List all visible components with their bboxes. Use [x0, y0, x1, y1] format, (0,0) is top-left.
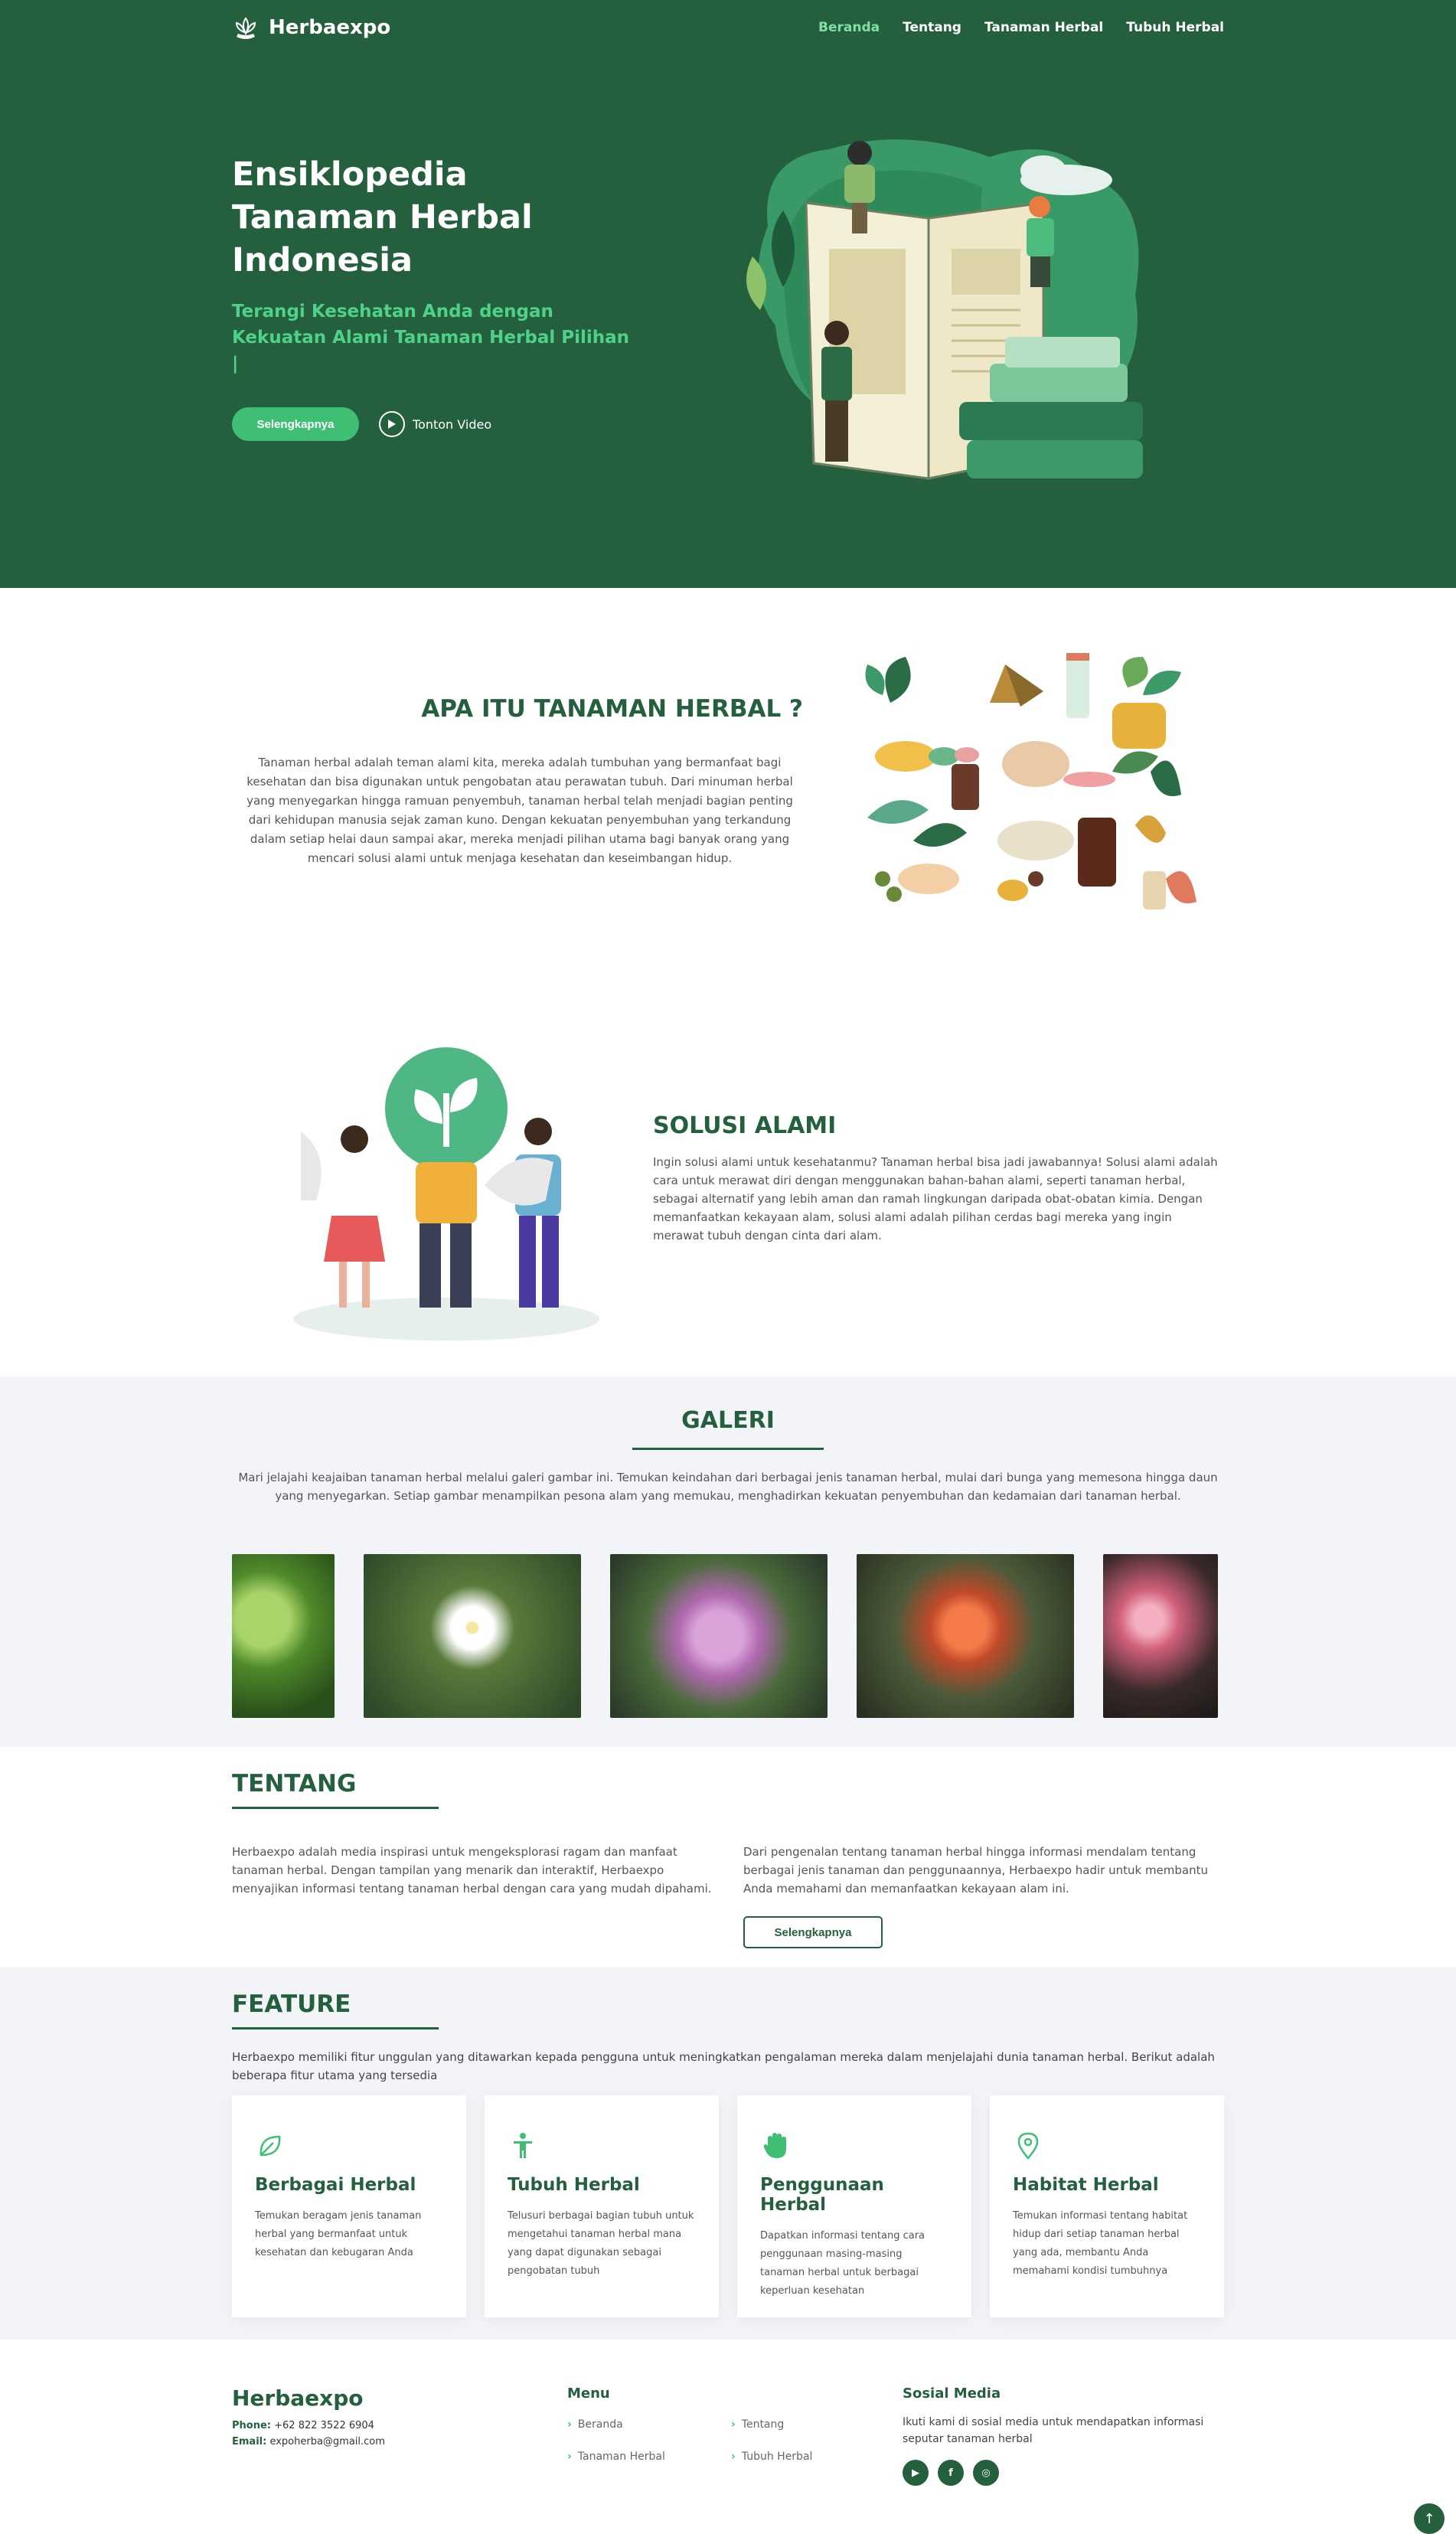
tentang-title: TENTANG [232, 1770, 357, 1798]
feature-card-text: Temukan beragam jenis tanaman herbal yan… [255, 2210, 422, 2258]
footer-email: Email: expoherba@gmail.com [232, 2436, 385, 2447]
about-section: APA ITU TANAMAN HERBAL ? Tanaman herbal … [0, 588, 1456, 971]
footer-link-beranda[interactable]: Beranda [567, 2418, 731, 2431]
galeri-text: Mari jelajahi keajaiban tanaman herbal m… [238, 1471, 1218, 1503]
nav-tubuh-herbal[interactable]: Tubuh Herbal [1126, 20, 1224, 35]
hero-subtitle: Terangi Kesehatan Anda dengan Kekuatan A… [232, 302, 630, 374]
feature-underline [232, 2027, 439, 2029]
hero-book-illustration [746, 139, 1143, 480]
nav-menu: Beranda Tentang Tanaman Herbal Tubuh Her… [818, 20, 1224, 35]
gallery-image-pink-blossom[interactable] [1103, 1554, 1218, 1718]
feature-card-text: Temukan informasi tentang habitat hidup … [1013, 2210, 1188, 2277]
footer-phone: Phone: +62 822 3522 6904 [232, 2420, 374, 2431]
hero-title: Ensiklopedia Tanaman Herbal Indonesia [232, 155, 533, 279]
footer-link-tanaman-herbal[interactable]: Tanaman Herbal [567, 2451, 731, 2463]
play-icon [379, 411, 405, 437]
tentang-text-1: Herbaexpo adalah media inspirasi untuk m… [232, 1845, 712, 1896]
about-text: Tanaman herbal adalah teman alami kita, … [246, 756, 793, 865]
brand-logo[interactable]: Herbaexpo [232, 14, 390, 41]
feature-card-title: Habitat Herbal [1013, 2175, 1159, 2195]
brand-name: Herbaexpo [269, 16, 391, 39]
natural-solution-illustration [293, 1047, 599, 1340]
tentang-section: TENTANG Herbaexpo adalah media inspirasi… [0, 1747, 1456, 1967]
hero-text: Ensiklopedia Tanaman Herbal Indonesia Te… [232, 153, 630, 441]
tentang-more-button[interactable]: Selengkapnya [743, 1916, 883, 1948]
navbar: Herbaexpo Beranda Tentang Tanaman Herbal… [232, 0, 1224, 55]
feature-card-tubuh-herbal[interactable]: Tubuh Herbal Telusuri berbagai bagian tu… [485, 2095, 719, 2317]
feature-card-text: Dapatkan informasi tentang cara pengguna… [760, 2230, 926, 2297]
herb-logo-icon [235, 17, 256, 39]
back-to-top-icon[interactable]: ↑ [1414, 2503, 1445, 2534]
leaf-icon [260, 2135, 281, 2157]
nav-tanaman-herbal[interactable]: Tanaman Herbal [984, 20, 1103, 35]
nav-beranda[interactable]: Beranda [818, 20, 880, 35]
footer-link-tubuh-herbal[interactable]: Tubuh Herbal [731, 2451, 884, 2463]
map-pin-icon [1017, 2132, 1039, 2160]
hero-actions: Selengkapnya Tonton Video [232, 407, 630, 441]
feature-title: FEATURE [232, 1990, 351, 2018]
facebook-icon[interactable]: f [938, 2460, 964, 2486]
hero-more-button[interactable]: Selengkapnya [232, 407, 359, 441]
feature-card-berbagai-herbal[interactable]: Berbagai Herbal Temukan beragam jenis ta… [232, 2095, 466, 2317]
youtube-icon[interactable]: ▶ [903, 2460, 929, 2486]
gallery-image-white-flower[interactable] [364, 1554, 581, 1718]
feature-card-title: Berbagai Herbal [255, 2175, 416, 2195]
solusi-title: SOLUSI ALAMI [653, 1112, 837, 1139]
watch-video-label: Tonton Video [413, 416, 492, 432]
nav-tentang[interactable]: Tentang [903, 20, 961, 35]
gallery-image-limes[interactable] [232, 1554, 335, 1718]
feature-card-habitat-herbal[interactable]: Habitat Herbal Temukan informasi tentang… [990, 2095, 1224, 2317]
solusi-section: SOLUSI ALAMI Ingin solusi alami untuk ke… [0, 971, 1456, 1376]
galeri-section: GALERI Mari jelajahi keajaiban tanaman h… [0, 1376, 1456, 1747]
galeri-underline [632, 1448, 824, 1450]
footer: Herbaexpo Phone: +62 822 3522 6904 Email… [0, 2340, 1456, 2531]
feature-intro: Herbaexpo memiliki fitur unggulan yang d… [232, 2050, 1215, 2082]
solusi-text: Ingin solusi alami untuk kesehatanmu? Ta… [653, 1155, 1218, 1243]
hand-icon [763, 2133, 786, 2158]
feature-section: FEATURE Herbaexpo memiliki fitur unggula… [0, 1967, 1456, 2340]
footer-menu-title: Menu [567, 2385, 610, 2402]
footer-social-title: Sosial Media [903, 2385, 1001, 2402]
tentang-underline [232, 1807, 439, 1809]
gallery-image-orange-lily[interactable] [857, 1554, 1074, 1718]
instagram-icon[interactable]: ◎ [973, 2460, 999, 2486]
footer-link-tentang[interactable]: Tentang [731, 2418, 884, 2431]
footer-brand: Herbaexpo [232, 2385, 364, 2411]
feature-card-title: Penggunaan Herbal [760, 2175, 884, 2215]
hero-section: Herbaexpo Beranda Tentang Tanaman Herbal… [0, 0, 1456, 588]
about-title: APA ITU TANAMAN HERBAL ? [421, 695, 803, 723]
galeri-title: GALERI [681, 1407, 775, 1434]
feature-card-title: Tubuh Herbal [508, 2175, 640, 2195]
person-icon [514, 2133, 532, 2158]
gallery-carousel[interactable] [232, 1554, 1224, 1718]
watch-video-link[interactable]: Tonton Video [379, 411, 491, 437]
tentang-text-2: Dari pengenalan tentang tanaman herbal h… [743, 1845, 1209, 1896]
gallery-image-purple-flower[interactable] [610, 1554, 828, 1718]
feature-card-text: Telusuri berbagai bagian tubuh untuk men… [508, 2210, 694, 2277]
herbal-items-illustration [865, 653, 1196, 909]
feature-card-penggunaan-herbal[interactable]: Penggunaan Herbal Dapatkan informasi ten… [737, 2095, 971, 2317]
footer-social-text: Ikuti kami di sosial media untuk mendapa… [903, 2416, 1204, 2445]
